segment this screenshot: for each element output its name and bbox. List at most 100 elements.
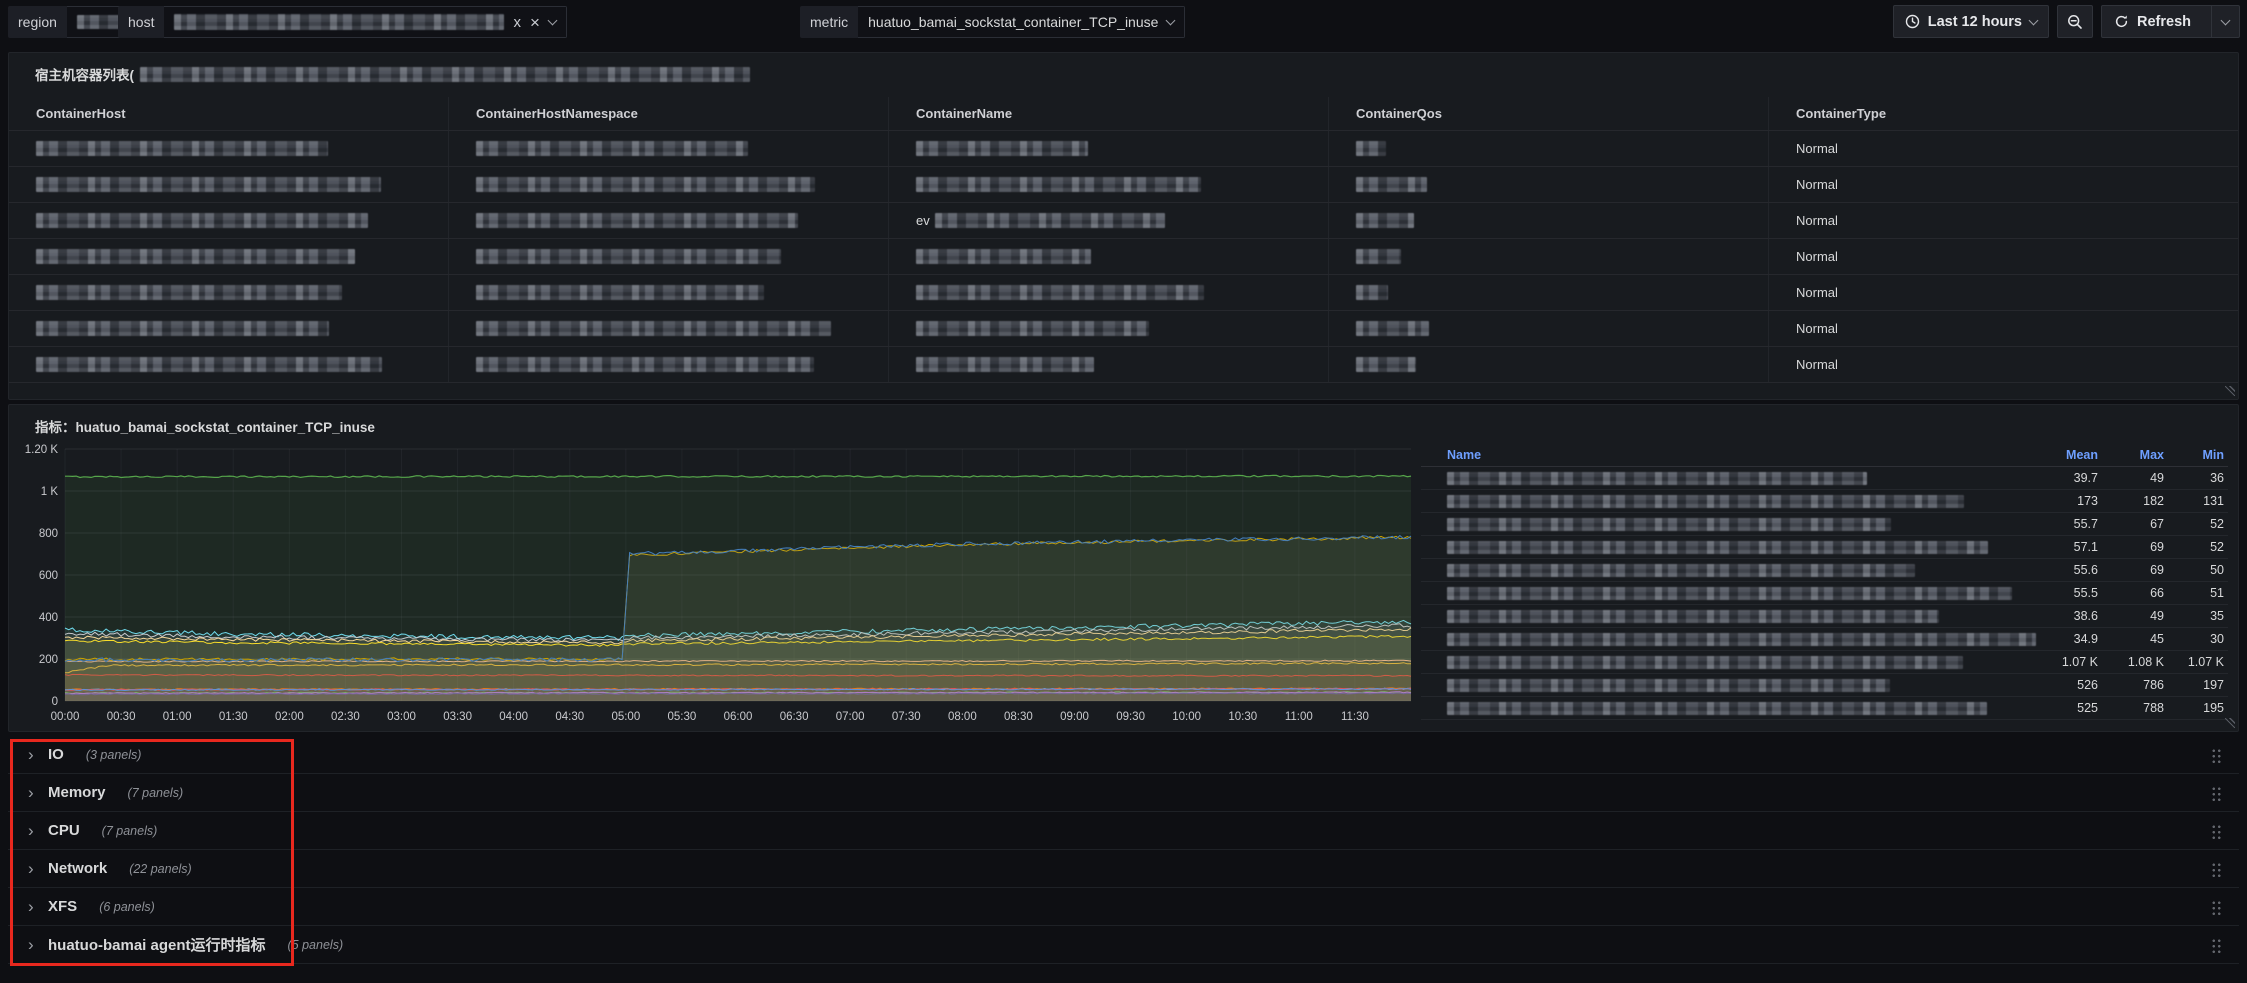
x-axis-tick-label: 11:30 [1341,711,1369,723]
cell-type-value: Normal [1796,141,1838,156]
column-header-label: ContainerType [1796,106,1886,121]
panel-resize-handle[interactable] [2225,386,2235,396]
row-panel-count: (22 panels) [129,862,192,876]
legend-header-mean[interactable]: Mean [2036,448,2102,462]
cell-containername: ev [889,203,1329,238]
legend-name-redacted [1447,633,2036,646]
legend-series-name [1447,472,2036,485]
cell-containername [889,347,1329,382]
legend-series-row[interactable]: 55.76752 [1421,513,2228,536]
cell-containerqos [1329,275,1769,310]
table-panel-title[interactable]: 宿主机容器列表( [9,53,2238,84]
x-axis-tick-label: 05:30 [668,711,697,723]
chart-panel-title[interactable]: 指标：huatuo_bamai_sockstat_container_TCP_i… [9,405,2238,436]
refresh-button[interactable]: Refresh [2102,6,2203,37]
cell-redacted [36,141,328,156]
cell-redacted [1356,249,1401,264]
refresh-label: Refresh [2137,14,2191,30]
collapsed-row-xfs[interactable]: ›XFS(6 panels) [8,888,2239,926]
row-panel-count: (3 panels) [86,748,142,762]
cell-containertype: Normal [1769,239,2238,274]
cell-containertype: Normal [1769,203,2238,238]
cell-containerhostnamespace [449,167,889,202]
column-header-containerhost[interactable]: ContainerHost [9,97,449,130]
host-variable-control[interactable]: host x × [118,6,567,38]
column-header-label: ContainerQos [1356,106,1442,121]
chevron-right-icon: › [22,859,48,879]
row-drag-handle-icon[interactable] [2210,823,2221,839]
y-axis-tick-label: 200 [39,654,58,666]
cell-containerhost [9,239,449,274]
legend-series-row[interactable]: 1.07 K1.08 K1.07 K [1421,651,2228,674]
legend-min-value: 50 [2168,563,2228,577]
row-drag-handle-icon[interactable] [2210,899,2221,915]
cell-redacted [916,357,1094,372]
legend-series-row[interactable]: 34.94530 [1421,628,2228,651]
collapsed-row-io[interactable]: ›IO(3 panels) [8,736,2239,774]
x-axis-tick-label: 06:00 [724,711,753,723]
row-drag-handle-icon[interactable] [2210,785,2221,801]
legend-name-redacted [1447,472,1867,485]
chevron-down-icon [2029,15,2039,25]
column-header-containername[interactable]: ContainerName [889,97,1329,130]
cell-containerhost [9,203,449,238]
chevron-right-icon: › [22,821,48,841]
legend-series-row[interactable]: 173182131 [1421,490,2228,513]
collapsed-row-memory[interactable]: ›Memory(7 panels) [8,774,2239,812]
row-drag-handle-icon[interactable] [2210,861,2221,877]
legend-series-row[interactable]: 55.66950 [1421,559,2228,582]
legend-header-max[interactable]: Max [2102,448,2168,462]
legend-series-row[interactable]: 57.16952 [1421,536,2228,559]
column-header-containerqos[interactable]: ContainerQos [1329,97,1769,130]
cell-redacted [916,285,1204,300]
collapsed-row-cpu[interactable]: ›CPU(7 panels) [8,812,2239,850]
chart-legend-table: NameMeanMaxMin39.7493617318213155.767525… [1421,443,2228,725]
host-value-redacted [174,14,504,30]
chevron-down-icon [547,16,557,26]
zoom-out-time-button[interactable] [2057,5,2093,38]
y-axis-tick-label: 600 [39,570,58,582]
legend-series-row[interactable]: 38.64935 [1421,605,2228,628]
collapsed-row-network[interactable]: ›Network (22 panels) [8,850,2239,888]
metric-variable-control[interactable]: metric huatuo_bamai_sockstat_container_T… [800,6,1185,38]
legend-series-row[interactable]: 526786197 [1421,674,2228,697]
column-header-containerhostnamespace[interactable]: ContainerHostNamespace [449,97,889,130]
row-drag-handle-icon[interactable] [2210,747,2221,763]
panel-resize-handle[interactable] [2225,718,2235,728]
collapsed-row-huatuo-bamai-agent-[interactable]: ›huatuo-bamai agent运行时指标(5 panels) [8,926,2239,964]
chevron-down-icon [1166,16,1176,26]
legend-series-row[interactable]: 39.74936 [1421,467,2228,490]
timeseries-plot[interactable]: 02004006008001 K1.20 K00:0000:3001:0001:… [19,439,1415,727]
legend-max-value: 49 [2102,471,2168,485]
legend-series-name [1447,679,2036,692]
legend-series-name [1447,633,2036,646]
cell-containername [889,275,1329,310]
legend-max-value: 182 [2102,494,2168,508]
legend-name-redacted [1447,541,1988,554]
row-title: CPU [48,822,80,839]
collapsed-rows-container: ›IO(3 panels)›Memory(7 panels)›CPU(7 pan… [8,736,2239,964]
y-axis-tick-label: 1 K [41,486,59,498]
row-title: Network [48,860,107,877]
legend-header-name[interactable]: Name [1447,448,2036,462]
legend-mean-value: 173 [2036,494,2102,508]
refresh-interval-dropdown[interactable] [2211,6,2239,37]
cell-redacted [476,177,815,192]
legend-header-min[interactable]: Min [2168,448,2228,462]
cell-redacted [36,357,382,372]
column-header-containertype[interactable]: ContainerType [1769,97,2238,130]
host-variable-value[interactable]: x × [164,6,566,38]
time-range-picker[interactable]: Last 12 hours [1893,5,2049,38]
metric-variable-value[interactable]: huatuo_bamai_sockstat_container_TCP_inus… [858,6,1185,38]
legend-mean-value: 525 [2036,701,2102,715]
legend-max-value: 49 [2102,609,2168,623]
row-drag-handle-icon[interactable] [2210,937,2221,953]
row-panel-count: (7 panels) [128,786,184,800]
legend-series-row[interactable]: 525788195 [1421,697,2228,720]
cell-containerhostnamespace [449,275,889,310]
clear-selection-icon[interactable]: × [530,14,540,31]
legend-series-row[interactable]: 55.56651 [1421,582,2228,605]
table-row: Normal [9,311,2238,347]
chip-remove-icon[interactable]: x [513,15,521,30]
legend-max-value: 786 [2102,678,2168,692]
